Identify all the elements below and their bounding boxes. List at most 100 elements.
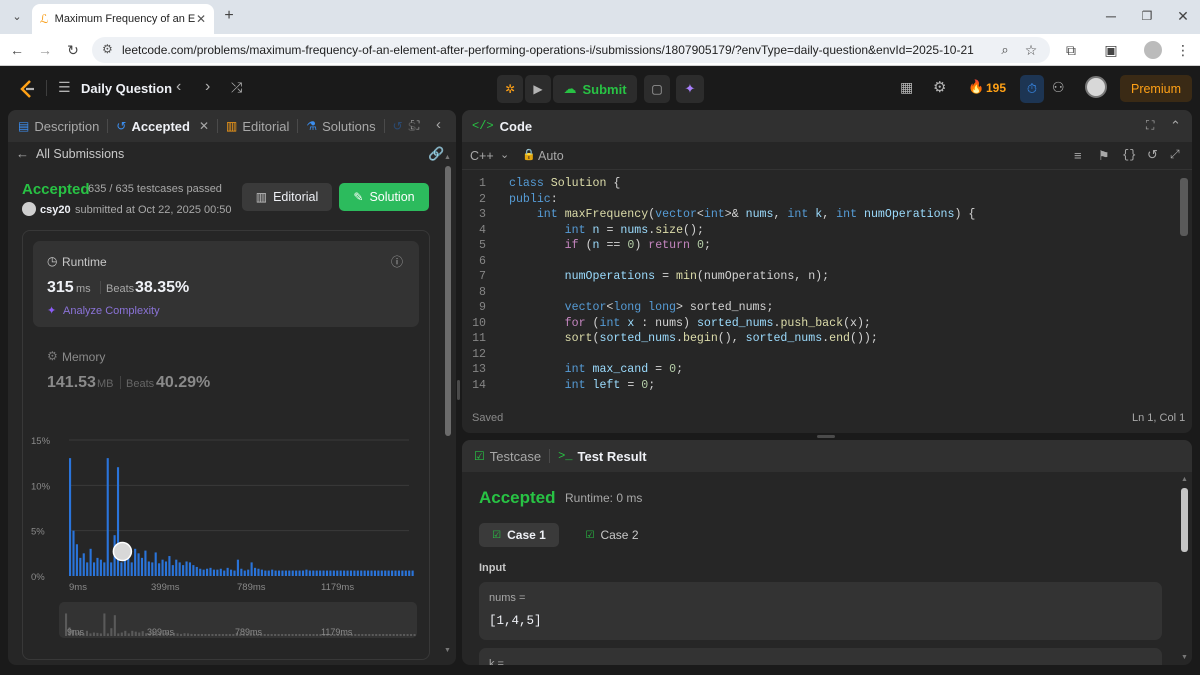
profile-avatar[interactable] [1144,41,1162,59]
maximize-editor-icon[interactable]: ⛶ [1146,118,1154,133]
histogram-bar[interactable] [322,570,325,576]
histogram-bar[interactable] [281,570,284,576]
histogram-bar[interactable] [240,568,243,576]
histogram-bar[interactable] [243,570,246,576]
histogram-bar[interactable] [267,570,270,576]
new-tab-icon[interactable]: + [220,8,238,24]
histogram-bar[interactable] [120,562,123,576]
range-scrubber[interactable]: 9ms 399ms 789ms 1179ms [59,602,417,638]
bookmark-star-icon[interactable]: ☆ [1022,42,1040,58]
braces-icon[interactable]: {} [1122,148,1136,162]
browser-menu-icon[interactable]: ⋮ [1174,42,1192,58]
histogram-bar[interactable] [226,567,229,576]
histogram-bar[interactable] [408,570,411,576]
your-submission-marker[interactable] [112,541,133,562]
histogram-bar[interactable] [257,568,260,576]
histogram-bar[interactable] [250,562,253,576]
problem-list-icon[interactable]: ☰ [58,79,71,96]
back-icon[interactable]: ← [8,42,26,58]
all-submissions-link[interactable]: All Submissions [36,147,124,161]
tab-solutions[interactable]: ⚗ Solutions [298,110,383,142]
histogram-bar[interactable] [151,562,154,576]
histogram-bar[interactable] [164,561,168,576]
histogram-bar[interactable] [199,568,202,576]
histogram-bar[interactable] [82,553,85,576]
histogram-bar[interactable] [277,570,281,576]
histogram-bar[interactable] [298,570,301,576]
histogram-bar[interactable] [110,562,113,576]
memory-card[interactable]: ⚙ Memory 141.53 MB Beats 40.29% [33,339,419,399]
tab-close-icon[interactable]: ✕ [196,12,206,26]
next-question-icon[interactable]: › [205,78,210,96]
histogram-bar[interactable] [212,569,215,576]
histogram-bar[interactable] [216,569,219,576]
histogram-bar[interactable] [209,567,212,576]
code-content[interactable]: class Solution { public: int maxFrequenc… [509,176,975,393]
runtime-distribution-chart[interactable]: 15% 10% 5% 0% 9ms 399ms 789ms 1179ms [23,426,429,596]
notes-button[interactable]: ▢ [644,75,670,103]
scroll-down-icon[interactable]: ▼ [444,647,451,654]
histogram-bar[interactable] [346,570,349,576]
histogram-bar[interactable] [404,570,407,576]
histogram-bar[interactable] [230,569,233,576]
histogram-bar[interactable] [360,570,363,576]
leetcode-logo-icon[interactable] [18,79,36,99]
histogram-bar[interactable] [291,570,294,576]
daily-question-link[interactable]: Daily Question [81,81,172,96]
histogram-bar[interactable] [356,570,359,576]
solution-button[interactable]: ✎ Solution [339,183,429,211]
left-scrollbar[interactable]: ▲ ▼ [444,154,452,654]
histogram-bar[interactable] [236,559,239,576]
run-button[interactable]: ▶ [525,75,551,103]
histogram-bar[interactable] [288,570,291,576]
tab-description[interactable]: ▤ Description [10,110,107,142]
histogram-bar[interactable] [86,562,89,576]
histogram-bar[interactable] [96,557,99,576]
fullscreen-icon[interactable]: ⤢ [1170,147,1180,162]
tab-search-icon[interactable]: ⌄ [8,9,26,25]
histogram-bar[interactable] [99,559,102,576]
histogram-bar[interactable] [295,570,298,576]
histogram-bar[interactable] [223,570,226,576]
histogram-bar[interactable] [92,562,96,576]
histogram-bar[interactable] [305,569,308,576]
tab-testcase[interactable]: ☑ Testcase [462,440,549,472]
histogram-bar[interactable] [247,569,250,576]
histogram-bar[interactable] [171,565,174,576]
histogram-bar[interactable] [319,570,322,576]
editor-scroll-thumb[interactable] [1180,178,1188,236]
editorial-button[interactable]: ▥ Editorial [242,183,332,211]
histogram-bar[interactable] [178,562,181,576]
browser-tab[interactable]: ℒ Maximum Frequency of an Elem ✕ [32,4,214,34]
histogram-bar[interactable] [192,565,195,576]
histogram-bar[interactable] [260,569,263,576]
histogram-bar[interactable] [75,544,78,576]
histogram-bar[interactable] [312,570,315,576]
histogram-bar[interactable] [182,565,185,576]
histogram-bar[interactable] [274,570,277,576]
site-info-icon[interactable]: ⚙ [102,42,113,56]
histogram-bar[interactable] [264,570,267,576]
scroll-thumb[interactable] [1181,488,1188,552]
bookmark-icon[interactable]: ⚑ [1098,148,1110,164]
histogram-bar[interactable] [185,561,188,576]
submit-button[interactable]: ☁ Submit [553,75,637,103]
histogram-bar[interactable] [391,570,394,576]
info-icon[interactable]: ⓘ [391,253,403,270]
histogram-bar[interactable] [301,570,305,576]
histogram-bar[interactable] [147,561,150,576]
histogram-bar[interactable] [401,570,404,576]
histogram-bar[interactable] [188,562,192,576]
ai-assist-button[interactable]: ✦ [676,75,704,103]
layout-icon[interactable]: ▦ [900,79,913,96]
histogram-bar[interactable] [308,570,311,576]
histogram-bar[interactable] [387,570,390,576]
histogram-bar[interactable] [134,548,137,576]
minimize-icon[interactable]: ─ [1102,8,1120,24]
submitter-name[interactable]: csy20 [40,204,71,216]
histogram-bar[interactable] [69,458,72,576]
histogram-bar[interactable] [144,550,147,576]
histogram-bar[interactable] [89,548,92,576]
collapse-editor-icon[interactable]: ⌃ [1170,118,1181,134]
histogram-bar[interactable] [79,557,82,576]
